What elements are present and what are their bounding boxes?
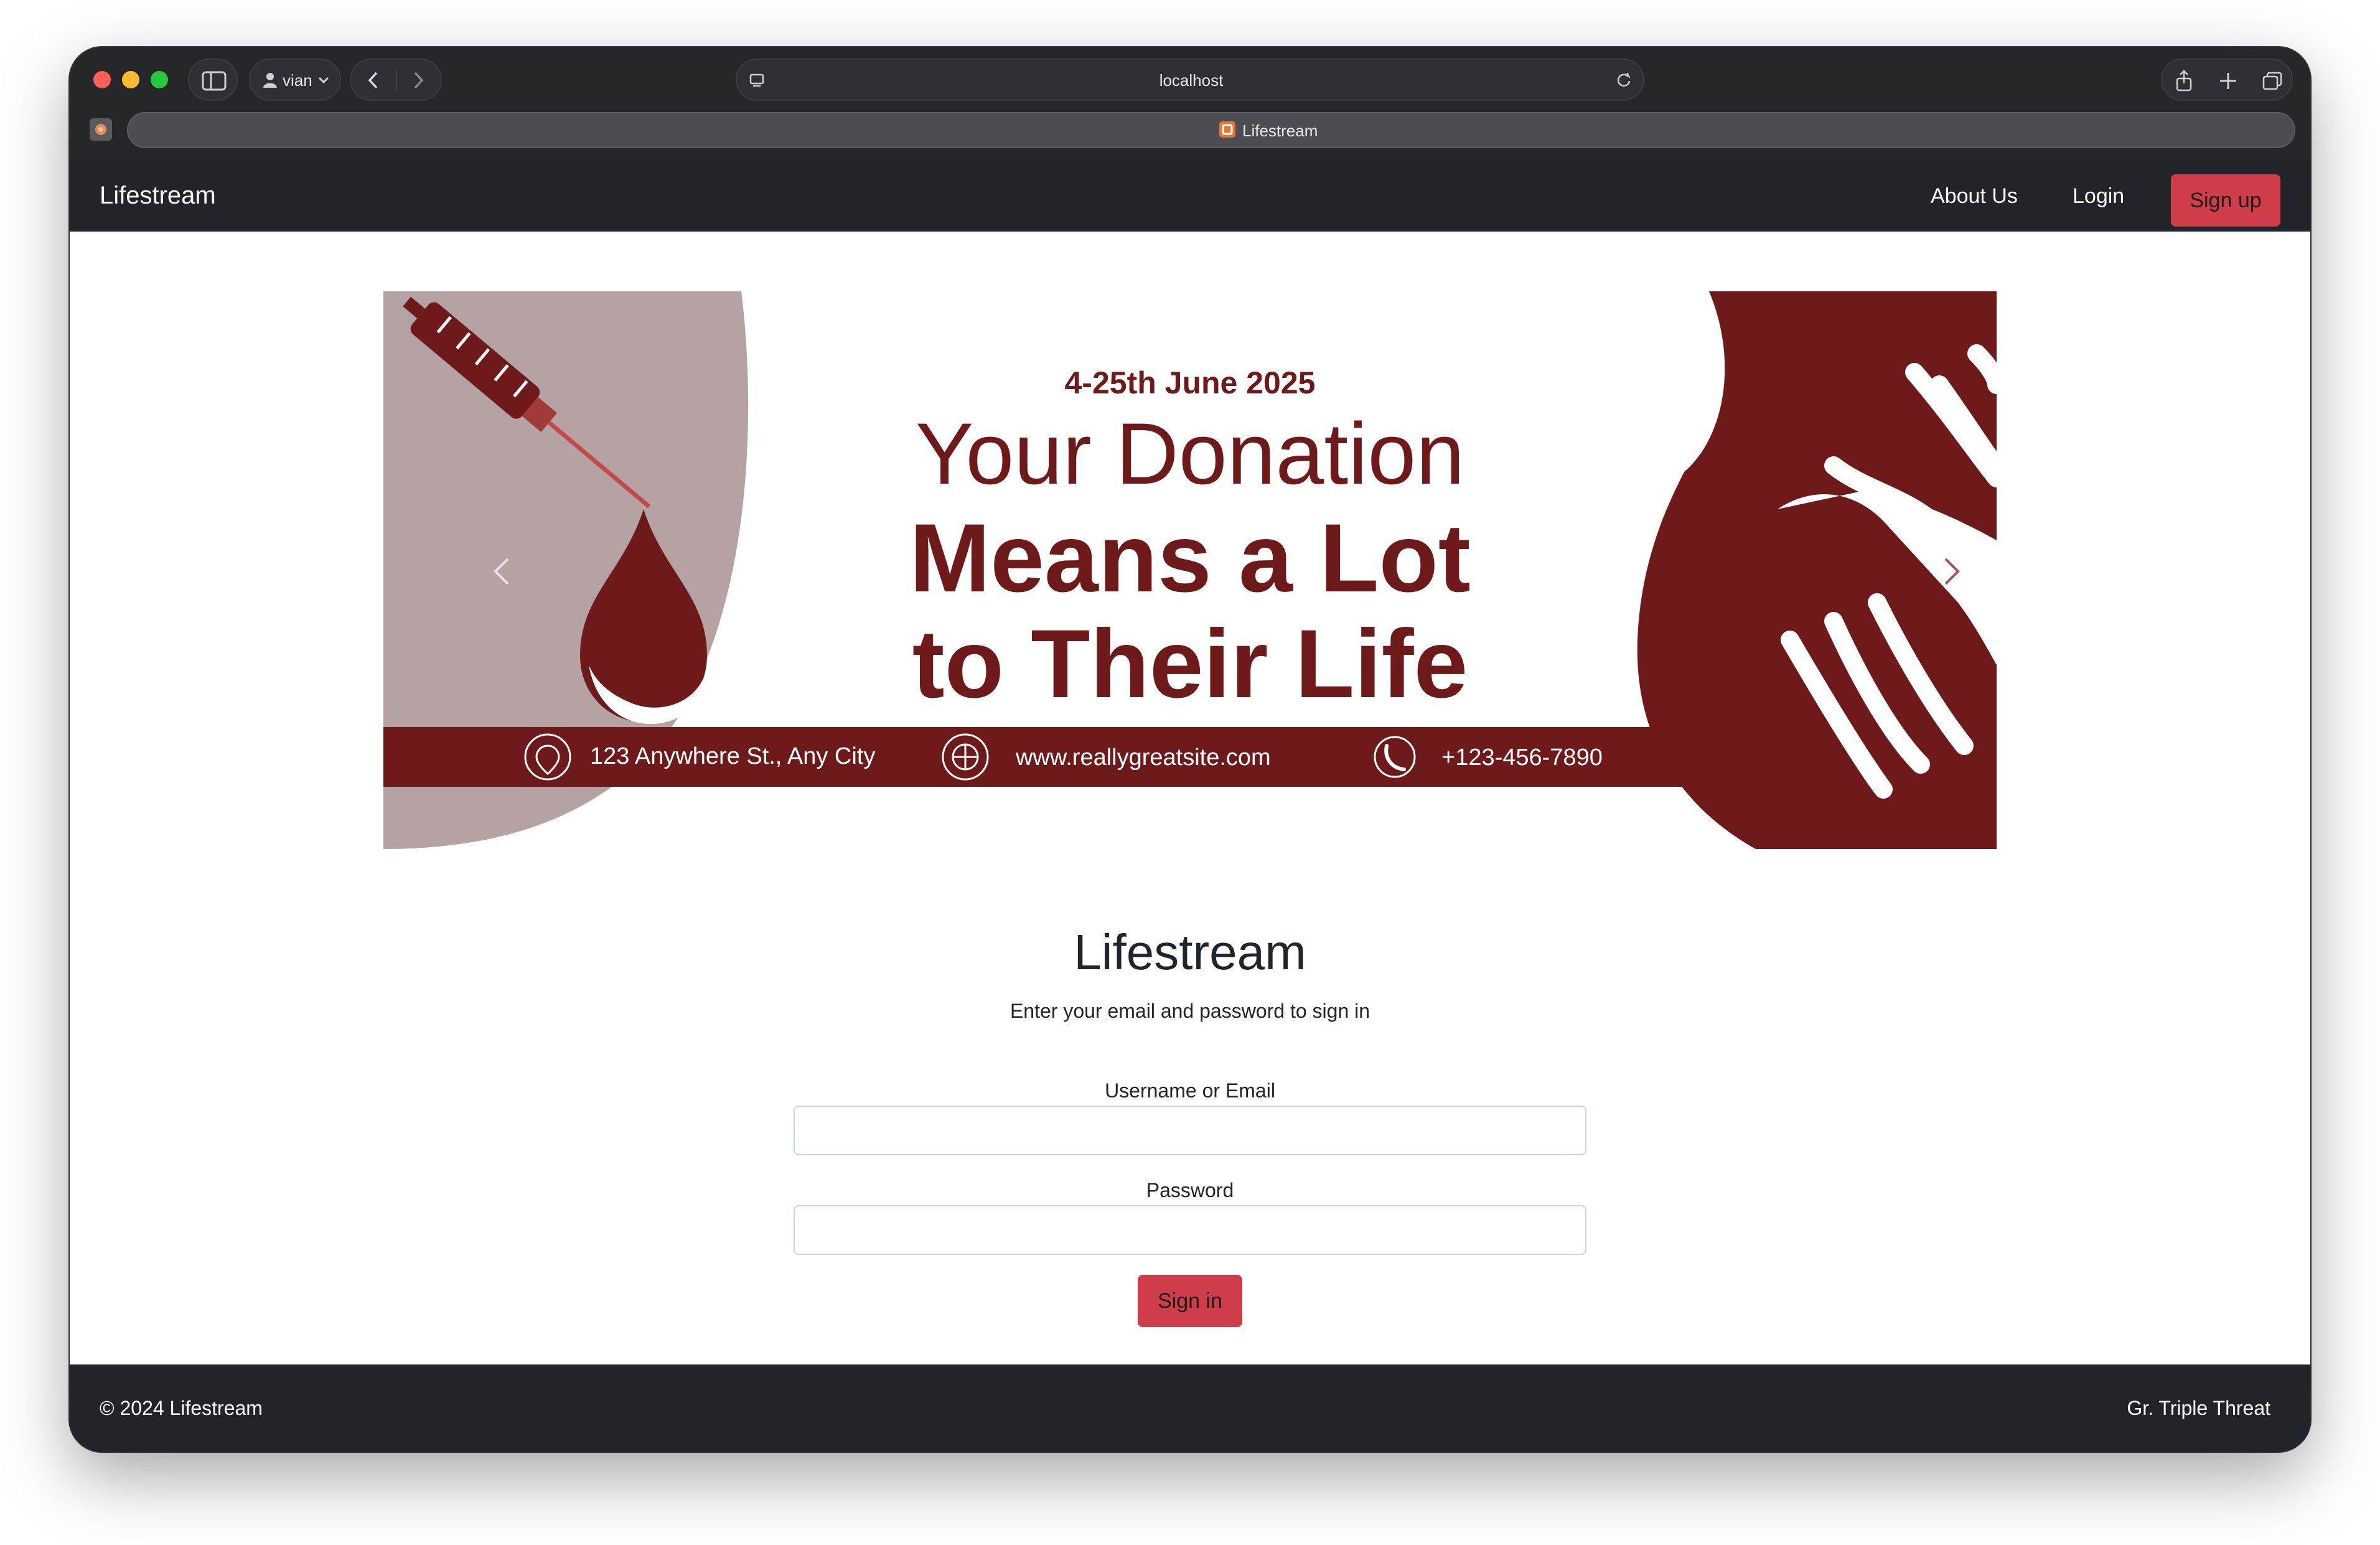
form-title: Lifestream bbox=[1074, 924, 1306, 980]
browser-toolbar: vian localhost Lifestream bbox=[70, 47, 2310, 159]
site-navbar: Lifestream About Us Login Sign up bbox=[70, 159, 2310, 232]
banner-headline-2: Means a Lot bbox=[909, 504, 1471, 613]
username-input[interactable] bbox=[794, 1106, 1586, 1155]
tab-overview-icon[interactable] bbox=[2262, 71, 2283, 91]
share-icon[interactable] bbox=[2173, 70, 2195, 92]
chevron-down-icon bbox=[318, 77, 329, 84]
navbar-brand[interactable]: Lifestream bbox=[100, 182, 216, 210]
minimize-window-button[interactable] bbox=[122, 71, 139, 88]
zoom-window-button[interactable] bbox=[151, 71, 168, 88]
url-text: localhost bbox=[1159, 71, 1224, 90]
banner-website: www.reallygreatsite.com bbox=[1016, 744, 1271, 771]
banner-date: 4-25th June 2025 bbox=[1064, 365, 1316, 400]
profile-name: vian bbox=[283, 71, 312, 90]
nav-link-about-us[interactable]: About Us bbox=[1931, 184, 2018, 209]
banner-headline-1: Your Donation bbox=[915, 405, 1465, 502]
password-label: Password bbox=[1146, 1179, 1234, 1201]
main-content: 4-25th June 2025 Your Donation Means a L… bbox=[70, 232, 2310, 1364]
close-window-button[interactable] bbox=[93, 71, 111, 88]
browser-window: vian localhost Lifestream Lifestream Abo… bbox=[70, 47, 2310, 1452]
form-subtitle: Enter your email and password to sign in bbox=[1010, 1000, 1370, 1022]
new-tab-icon[interactable] bbox=[2218, 71, 2238, 91]
banner-phone: +123-456-7890 bbox=[1441, 744, 1603, 771]
banner-carousel: 4-25th June 2025 Your Donation Means a L… bbox=[383, 291, 1997, 849]
profile-menu-button[interactable]: vian bbox=[249, 59, 341, 101]
tab-active[interactable]: Lifestream bbox=[127, 112, 2295, 148]
site-favicon-icon bbox=[1219, 121, 1235, 138]
banner-address: 123 Anywhere St., Any City bbox=[590, 743, 876, 769]
site-footer: © 2024 Lifestream Gr. Triple Threat bbox=[70, 1364, 2310, 1452]
reload-icon[interactable] bbox=[1614, 71, 1633, 90]
back-arrow-icon[interactable] bbox=[366, 71, 381, 90]
password-input[interactable] bbox=[794, 1205, 1586, 1255]
address-bar[interactable]: localhost bbox=[736, 59, 1644, 101]
banner-headline-3: to Their Life bbox=[912, 610, 1468, 718]
signup-button[interactable]: Sign up bbox=[2171, 174, 2280, 227]
sidebar-toggle-button[interactable] bbox=[188, 59, 238, 101]
nav-link-login[interactable]: Login bbox=[2073, 184, 2124, 209]
navigation-buttons bbox=[350, 59, 442, 101]
sign-in-button[interactable]: Sign in bbox=[1138, 1275, 1242, 1327]
person-icon bbox=[263, 73, 277, 88]
username-label: Username or Email bbox=[1105, 1079, 1275, 1102]
footer-copyright: © 2024 Lifestream bbox=[100, 1397, 263, 1419]
footer-credit: Gr. Triple Threat bbox=[2127, 1397, 2270, 1419]
window-actions bbox=[2161, 59, 2293, 101]
sidebar-icon bbox=[202, 71, 227, 91]
extension-icon[interactable] bbox=[88, 117, 113, 142]
forward-arrow-icon[interactable] bbox=[411, 71, 426, 90]
tab-title: Lifestream bbox=[1242, 121, 1318, 140]
